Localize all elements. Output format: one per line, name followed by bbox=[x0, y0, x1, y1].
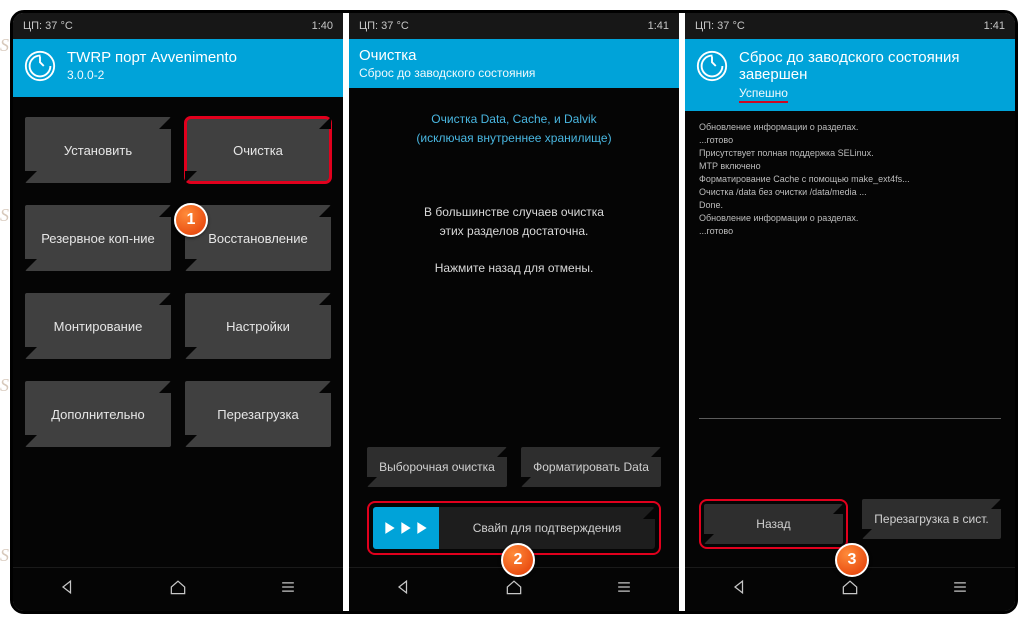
home-icon[interactable] bbox=[168, 577, 188, 602]
advanced-button[interactable]: Дополнительно bbox=[25, 381, 171, 447]
header-sub: Сброс до заводского состояния bbox=[359, 66, 535, 80]
status-time: 1:40 bbox=[312, 20, 333, 32]
header-sub: 3.0.0-2 bbox=[67, 68, 237, 82]
main-menu: Установить Очистка Резервное коп-ние Вос… bbox=[13, 97, 343, 567]
header-text: Сброс до заводского состояния завершен У… bbox=[739, 49, 1005, 103]
menu-icon[interactable] bbox=[950, 577, 970, 602]
header-title: Сброс до заводского состояния завершен bbox=[739, 49, 1005, 84]
marker-1: 1 bbox=[174, 203, 208, 237]
header-text: TWRP порт Avvenimento 3.0.0-2 bbox=[67, 49, 237, 82]
header-text: Очистка Сброс до заводского состояния bbox=[359, 47, 535, 80]
status-bar: ЦП: 37 °C 1:41 bbox=[685, 13, 1015, 39]
wipe-screen: Очистка Data, Cache, и Dalvik (исключая … bbox=[349, 88, 679, 567]
status-cpu: ЦП: 37 °C bbox=[695, 20, 745, 32]
status-bar: ЦП: 37 °C 1:40 bbox=[13, 13, 343, 39]
wipe-description-link[interactable]: Очистка Data, Cache, и Dalvik (исключая … bbox=[367, 110, 661, 147]
log-line: MTP включено bbox=[699, 160, 1001, 173]
marker-2: 2 bbox=[501, 543, 535, 577]
log-line: Обновление информации о разделах. bbox=[699, 212, 1001, 225]
status-time: 1:41 bbox=[648, 20, 669, 32]
back-icon[interactable] bbox=[394, 577, 414, 602]
screen-2: ЦП: 37 °C 1:41 Очистка Сброс до заводско… bbox=[343, 13, 679, 611]
log-line: ...готово bbox=[699, 134, 1001, 147]
screen-1: ЦП: 37 °C 1:40 TWRP порт Avvenimento 3.0… bbox=[13, 13, 343, 611]
chevron-right-icon bbox=[415, 521, 429, 535]
header: Сброс до заводского состояния завершен У… bbox=[685, 39, 1015, 111]
link-line-2: (исключая внутреннее хранилище) bbox=[416, 131, 611, 145]
note-line: этих разделов достаточна. bbox=[440, 224, 589, 238]
log-line: Done. bbox=[699, 199, 1001, 212]
note-line: В большинстве случаев очистка bbox=[424, 205, 604, 219]
note-line: Нажмите назад для отмены. bbox=[435, 261, 594, 275]
header: Очистка Сброс до заводского состояния bbox=[349, 39, 679, 88]
log-line: Обновление информации о разделах. bbox=[699, 121, 1001, 134]
backup-button[interactable]: Резервное коп-ние bbox=[25, 205, 171, 271]
header-status: Успешно bbox=[739, 86, 1005, 103]
status-cpu: ЦП: 37 °C bbox=[359, 20, 409, 32]
nav-bar bbox=[13, 567, 343, 611]
menu-icon[interactable] bbox=[614, 577, 634, 602]
marker-3: 3 bbox=[835, 543, 869, 577]
status-bar: ЦП: 37 °C 1:41 bbox=[349, 13, 679, 39]
install-button[interactable]: Установить bbox=[25, 117, 171, 183]
back-icon[interactable] bbox=[730, 577, 750, 602]
header: TWRP порт Avvenimento 3.0.0-2 bbox=[13, 39, 343, 97]
home-icon[interactable] bbox=[840, 577, 860, 602]
log-line: Форматирование Cache с помощью make_ext4… bbox=[699, 173, 1001, 186]
link-line-1: Очистка Data, Cache, и Dalvik bbox=[431, 112, 596, 126]
back-icon[interactable] bbox=[58, 577, 78, 602]
screen-3: ЦП: 37 °C 1:41 Сброс до заводского состо… bbox=[679, 13, 1015, 611]
advanced-wipe-button[interactable]: Выборочная очистка bbox=[367, 447, 507, 487]
swipe-handle[interactable] bbox=[373, 507, 439, 549]
twrp-logo-icon bbox=[695, 49, 729, 83]
format-data-button[interactable]: Форматировать Data bbox=[521, 447, 661, 487]
log-line: Очистка /data без очистки /data/media ..… bbox=[699, 186, 1001, 199]
reboot-button[interactable]: Перезагрузка bbox=[185, 381, 331, 447]
wipe-button[interactable]: Очистка bbox=[185, 117, 331, 183]
settings-button[interactable]: Настройки bbox=[185, 293, 331, 359]
menu-icon[interactable] bbox=[278, 577, 298, 602]
back-highlight: Назад bbox=[699, 499, 848, 549]
header-title: Очистка bbox=[359, 47, 535, 64]
triptych-container: ЦП: 37 °C 1:40 TWRP порт Avvenimento 3.0… bbox=[10, 10, 1018, 614]
swipe-label: Свайп для подтверждения bbox=[439, 521, 655, 535]
header-title: TWRP порт Avvenimento bbox=[67, 49, 237, 66]
home-icon[interactable] bbox=[504, 577, 524, 602]
progress-bar bbox=[699, 418, 1001, 419]
log-line: Присутствует полная поддержка SELinux. bbox=[699, 147, 1001, 160]
back-button[interactable]: Назад bbox=[704, 504, 843, 544]
reboot-system-button[interactable]: Перезагрузка в сист. bbox=[862, 499, 1001, 539]
result-screen: Обновление информации о разделах. ...гот… bbox=[685, 111, 1015, 568]
log-line: ...готово bbox=[699, 225, 1001, 238]
twrp-logo-icon bbox=[23, 49, 57, 83]
status-cpu: ЦП: 37 °C bbox=[23, 20, 73, 32]
status-time: 1:41 bbox=[984, 20, 1005, 32]
mount-button[interactable]: Монтирование bbox=[25, 293, 171, 359]
wipe-note: В большинстве случаев очистка этих разде… bbox=[367, 203, 661, 277]
chevron-right-icon bbox=[399, 521, 413, 535]
log-output: Обновление информации о разделах. ...гот… bbox=[699, 121, 1001, 238]
chevron-right-icon bbox=[383, 521, 397, 535]
